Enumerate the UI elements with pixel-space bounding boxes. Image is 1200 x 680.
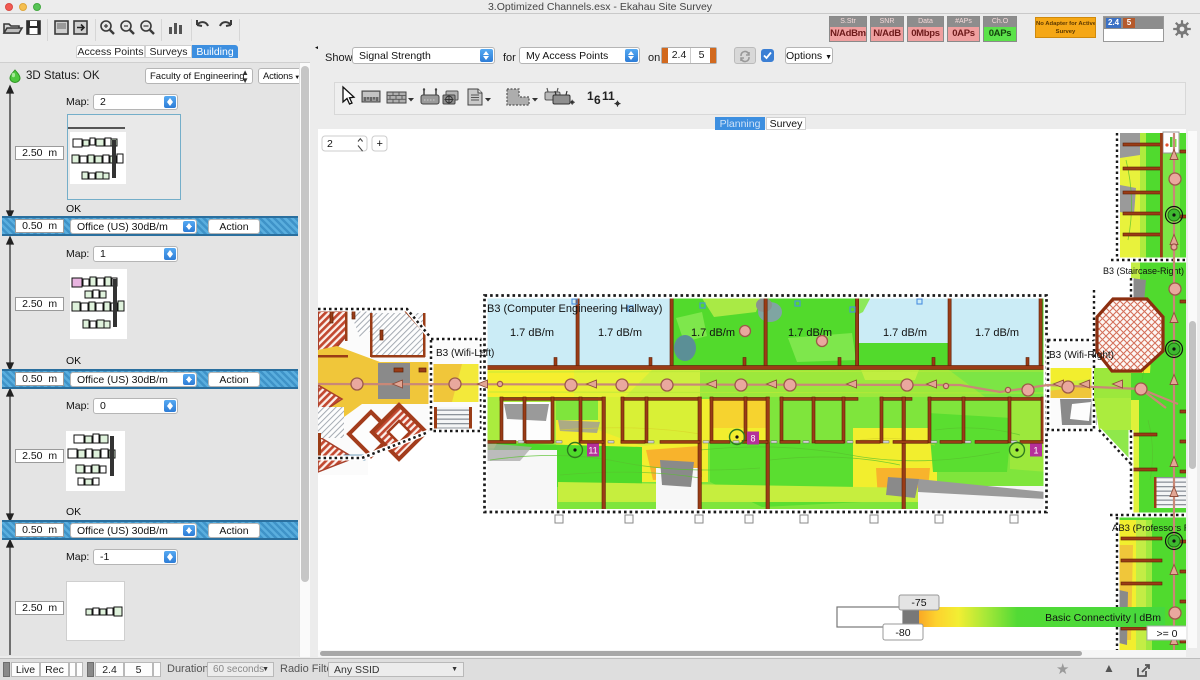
svg-text:1: 1	[587, 89, 594, 103]
svg-text:2: 2	[327, 138, 333, 150]
svg-text:>= 0: >= 0	[1156, 628, 1177, 640]
svg-text:1.7 dB/m: 1.7 dB/m	[975, 327, 1019, 339]
svg-text:1.7 dB/m: 1.7 dB/m	[598, 327, 642, 339]
svg-text:B3 (Computer Engineering Hallw: B3 (Computer Engineering Hallway)	[487, 303, 662, 315]
svg-text:11: 11	[602, 89, 615, 103]
svg-text:B3 (Wifi-Left): B3 (Wifi-Left)	[436, 348, 494, 359]
svg-text:Basic Connectivity | dBm: Basic Connectivity | dBm	[1045, 612, 1161, 624]
svg-text:1: 1	[1033, 446, 1038, 456]
svg-text:-80: -80	[895, 627, 910, 639]
svg-text:-75: -75	[911, 597, 926, 609]
svg-text:11: 11	[588, 446, 597, 456]
svg-text:B3 (Staircase-Right): B3 (Staircase-Right)	[1103, 266, 1184, 276]
svg-text:1.7 dB/m: 1.7 dB/m	[691, 327, 735, 339]
svg-text:1.7 dB/m: 1.7 dB/m	[510, 327, 554, 339]
svg-text:8: 8	[750, 434, 755, 444]
svg-text:B3 (Wifi-Right): B3 (Wifi-Right)	[1049, 350, 1114, 361]
svg-text:+: +	[377, 138, 383, 150]
svg-text:6: 6	[594, 93, 601, 107]
svg-text:1.7 dB/m: 1.7 dB/m	[883, 327, 927, 339]
